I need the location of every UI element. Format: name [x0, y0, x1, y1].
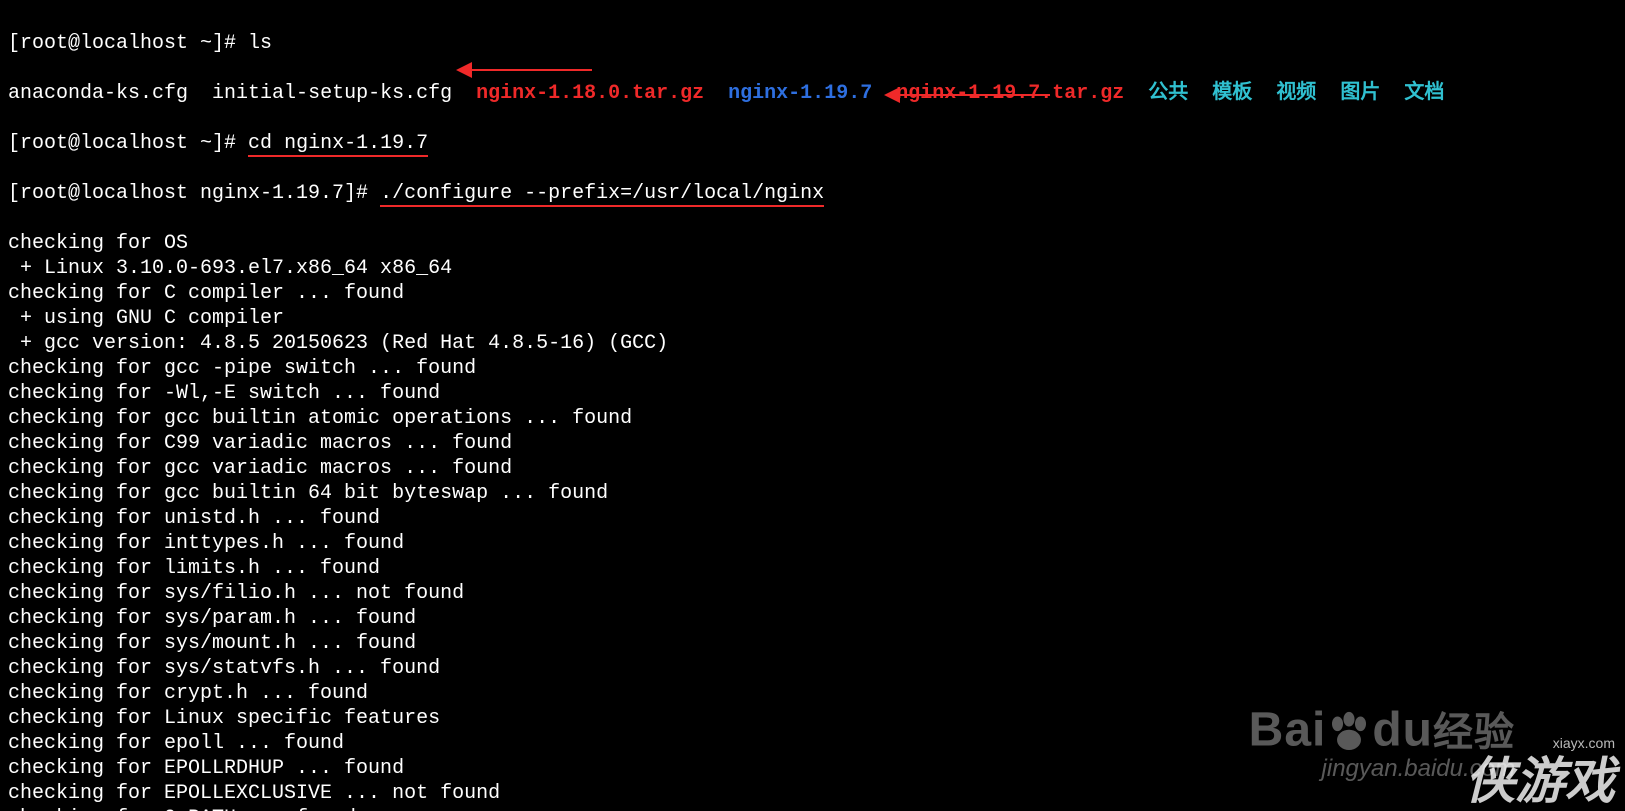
- output-line: checking for EPOLLEXCLUSIVE ... not foun…: [8, 781, 1617, 806]
- configure-output-block: checking for OS + Linux 3.10.0-693.el7.x…: [8, 231, 1617, 811]
- output-line: checking for limits.h ... found: [8, 556, 1617, 581]
- shell-prompt: [root@localhost ~]#: [8, 32, 248, 55]
- output-line: checking for gcc builtin 64 bit byteswap…: [8, 481, 1617, 506]
- output-line: + Linux 3.10.0-693.el7.x86_64 x86_64: [8, 256, 1617, 281]
- directory: 文档: [1404, 82, 1444, 105]
- directory: 图片: [1340, 82, 1380, 105]
- output-line: checking for crypt.h ... found: [8, 681, 1617, 706]
- output-line: checking for gcc -pipe switch ... found: [8, 356, 1617, 381]
- shell-prompt: [root@localhost nginx-1.19.7]#: [8, 182, 380, 205]
- output-line: checking for Linux specific features: [8, 706, 1617, 731]
- directory: nginx-1.19.7: [728, 82, 872, 105]
- output-line: checking for sys/mount.h ... found: [8, 631, 1617, 656]
- directory: 视频: [1276, 82, 1316, 105]
- output-line: checking for O_PATH ... found: [8, 806, 1617, 811]
- output-line: checking for C99 variadic macros ... fou…: [8, 431, 1617, 456]
- annotation-arrow-icon: [472, 69, 592, 71]
- output-line: checking for EPOLLRDHUP ... found: [8, 756, 1617, 781]
- output-line: + using GNU C compiler: [8, 306, 1617, 331]
- file-plain: initial-setup-ks.cfg: [212, 82, 452, 105]
- file-plain: anaconda-ks.cfg: [8, 82, 188, 105]
- output-line: checking for epoll ... found: [8, 731, 1617, 756]
- output-line: checking for -Wl,-E switch ... found: [8, 381, 1617, 406]
- line-prompt-ls: [root@localhost ~]# ls: [8, 31, 1617, 56]
- output-line: checking for sys/param.h ... found: [8, 606, 1617, 631]
- shell-prompt: [root@localhost ~]#: [8, 132, 248, 155]
- cmd-ls: ls: [248, 32, 272, 55]
- cmd-configure: ./configure --prefix=/usr/local/nginx: [380, 182, 824, 207]
- directory: 公共: [1148, 82, 1188, 105]
- directory: 模板: [1212, 82, 1252, 105]
- output-line: checking for C compiler ... found: [8, 281, 1617, 306]
- output-line: checking for inttypes.h ... found: [8, 531, 1617, 556]
- annotation-arrow-icon: [900, 94, 1050, 96]
- file-archive: nginx-1.18.0.tar.gz: [476, 82, 704, 105]
- line-ls-output: anaconda-ks.cfg initial-setup-ks.cfg ngi…: [8, 81, 1617, 106]
- cmd-cd-text: cd: [248, 132, 284, 155]
- output-line: checking for gcc builtin atomic operatio…: [8, 406, 1617, 431]
- line-prompt-cd: [root@localhost ~]# cd nginx-1.19.7: [8, 131, 1617, 156]
- line-prompt-configure: [root@localhost nginx-1.19.7]# ./configu…: [8, 181, 1617, 206]
- output-line: checking for sys/filio.h ... not found: [8, 581, 1617, 606]
- output-line: checking for gcc variadic macros ... fou…: [8, 456, 1617, 481]
- output-line: checking for sys/statvfs.h ... found: [8, 656, 1617, 681]
- output-line: checking for unistd.h ... found: [8, 506, 1617, 531]
- output-line: checking for OS: [8, 231, 1617, 256]
- cmd-cd-arg: nginx-1.19.7: [284, 132, 428, 155]
- terminal-output[interactable]: [root@localhost ~]# ls anaconda-ks.cfg i…: [0, 0, 1625, 811]
- output-line: + gcc version: 4.8.5 20150623 (Red Hat 4…: [8, 331, 1617, 356]
